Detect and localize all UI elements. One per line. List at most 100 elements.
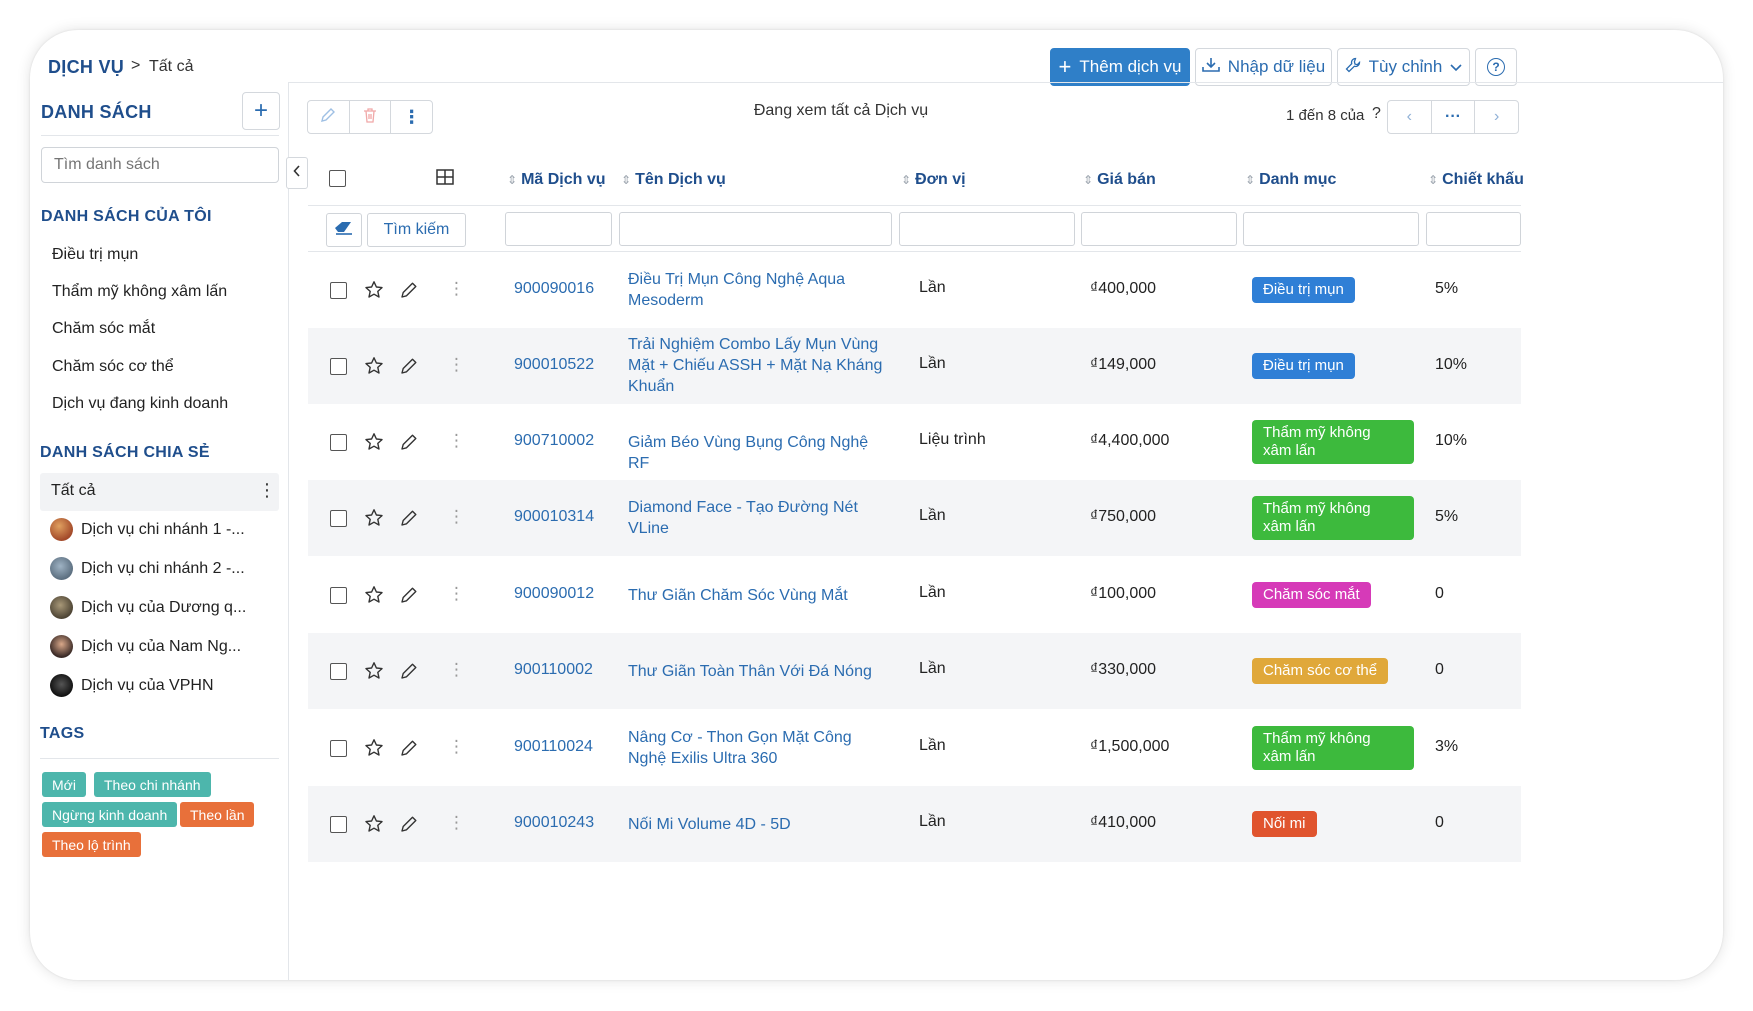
tag[interactable]: Theo chi nhánh: [94, 772, 211, 797]
column-header-price[interactable]: ⇕ Giá bán: [1083, 171, 1156, 189]
shared-list-item[interactable]: Dịch vụ của VPHN: [50, 674, 214, 697]
row-checkbox[interactable]: [330, 663, 347, 680]
table-row[interactable]: ⋮ 900010243 Nối Mi Volume 4D - 5D Lần ₫4…: [308, 786, 1521, 862]
shared-list-item[interactable]: Dịch vụ của Dương q...: [50, 596, 246, 619]
row-checkbox[interactable]: [330, 816, 347, 833]
service-code[interactable]: 900010314: [514, 508, 594, 526]
kebab-menu-icon[interactable]: ⋮: [448, 737, 465, 757]
filter-category-input[interactable]: [1243, 212, 1419, 246]
pencil-icon[interactable]: [400, 509, 418, 532]
next-page-button[interactable]: ›: [1475, 101, 1518, 133]
prev-page-button[interactable]: ‹: [1388, 101, 1432, 133]
columns-grid-icon[interactable]: [436, 169, 454, 190]
filter-code-input[interactable]: [505, 212, 612, 246]
service-name[interactable]: Trải Nghiệm Combo Lấy Mụn Vùng Mặt + Chi…: [628, 334, 890, 397]
column-header-category[interactable]: ⇕ Danh mục: [1245, 171, 1336, 189]
table-row[interactable]: ⋮ 900710002 Giảm Béo Vùng Bụng Công Nghệ…: [308, 404, 1521, 480]
breadcrumb-root[interactable]: DỊCH VỤ: [48, 57, 124, 78]
my-list-item[interactable]: Dịch vụ đang kinh doanh: [52, 395, 228, 413]
row-checkbox[interactable]: [330, 587, 347, 604]
service-code[interactable]: 900710002: [514, 432, 594, 450]
add-list-button[interactable]: +: [242, 92, 280, 130]
star-icon[interactable]: [364, 356, 384, 381]
delete-button[interactable]: [350, 101, 392, 133]
star-icon[interactable]: [364, 508, 384, 533]
star-icon[interactable]: [364, 814, 384, 839]
star-icon[interactable]: [364, 738, 384, 763]
service-name[interactable]: Giảm Béo Vùng Bụng Công Nghệ RF: [628, 432, 890, 474]
row-checkbox[interactable]: [330, 740, 347, 757]
column-header-name[interactable]: ⇕ Tên Dịch vụ: [621, 171, 726, 189]
table-row[interactable]: ⋮ 900110002 Thư Giãn Toàn Thân Với Đá Nó…: [308, 633, 1521, 709]
star-icon[interactable]: [364, 280, 384, 305]
pencil-icon[interactable]: [400, 662, 418, 685]
shared-list-item[interactable]: Dịch vụ của Nam Ng...: [50, 635, 241, 658]
table-row[interactable]: ⋮ 900090012 Thư Giãn Chăm Sóc Vùng Mắt L…: [308, 557, 1521, 633]
list-search-input[interactable]: [41, 147, 279, 183]
star-icon[interactable]: [364, 585, 384, 610]
star-icon[interactable]: [364, 432, 384, 457]
column-header-unit[interactable]: ⇕ Đơn vị: [901, 171, 966, 189]
clear-filters-button[interactable]: [326, 213, 362, 247]
table-row[interactable]: ⋮ 900110024 Nâng Cơ - Thon Gọn Mặt Công …: [308, 710, 1521, 786]
service-code[interactable]: 900110002: [514, 661, 593, 679]
collapse-sidebar-button[interactable]: [286, 157, 308, 189]
filter-unit-input[interactable]: [899, 212, 1075, 246]
service-name[interactable]: Nối Mi Volume 4D - 5D: [628, 814, 890, 835]
service-name[interactable]: Điều Trị Mụn Công Nghệ Aqua Mesoderm: [628, 269, 890, 311]
service-code[interactable]: 900010522: [514, 356, 594, 374]
pencil-icon[interactable]: [400, 815, 418, 838]
kebab-menu-icon[interactable]: ⋮: [448, 507, 465, 527]
filter-price-input[interactable]: [1081, 212, 1237, 246]
shared-list-item[interactable]: Dịch vụ chi nhánh 1 -...: [50, 518, 245, 541]
kebab-menu-icon[interactable]: ⋮: [448, 431, 465, 451]
import-data-button[interactable]: Nhập dữ liệu: [1195, 48, 1332, 86]
service-code[interactable]: 900090016: [514, 280, 594, 298]
my-list-item[interactable]: Điều trị mụn: [52, 246, 138, 264]
tag[interactable]: Theo lộ trình: [42, 832, 141, 857]
more-actions-button[interactable]: ⋮: [391, 101, 432, 133]
row-checkbox[interactable]: [330, 510, 347, 527]
pencil-icon[interactable]: [400, 281, 418, 304]
pencil-icon[interactable]: [400, 586, 418, 609]
select-all-checkbox[interactable]: [329, 170, 346, 187]
kebab-menu-icon[interactable]: ⋮: [448, 813, 465, 833]
filter-name-input[interactable]: [619, 212, 892, 246]
pencil-icon[interactable]: [400, 357, 418, 380]
pencil-icon[interactable]: [400, 739, 418, 762]
my-list-item[interactable]: Chăm sóc cơ thể: [52, 358, 174, 376]
service-name[interactable]: Diamond Face - Tạo Đường Nét VLine: [628, 497, 890, 539]
kebab-menu-icon[interactable]: ⋮: [448, 355, 465, 375]
filter-discount-input[interactable]: [1426, 212, 1521, 246]
pager-total-unknown[interactable]: ?: [1372, 105, 1381, 123]
kebab-menu-icon[interactable]: ⋮: [448, 279, 465, 299]
help-button[interactable]: ?: [1475, 48, 1517, 86]
tag[interactable]: Ngừng kinh doanh: [42, 802, 178, 827]
column-header-discount[interactable]: ⇕ Chiết khấu: [1428, 171, 1524, 189]
my-list-item[interactable]: Thẩm mỹ không xâm lấn: [52, 283, 227, 301]
kebab-menu-icon[interactable]: ⋮: [258, 480, 276, 501]
shared-list-all[interactable]: Tất cả: [51, 482, 95, 500]
shared-list-item[interactable]: Dịch vụ chi nhánh 2 -...: [50, 557, 245, 580]
customize-dropdown[interactable]: Tùy chỉnh: [1337, 48, 1470, 86]
search-button[interactable]: Tìm kiếm: [367, 213, 466, 247]
tag[interactable]: Theo lần: [180, 802, 255, 827]
pager-more-button[interactable]: ···: [1432, 101, 1476, 133]
table-row[interactable]: ⋮ 900090016 Điều Trị Mụn Công Nghệ Aqua …: [308, 252, 1521, 328]
table-row[interactable]: ⋮ 900010314 Diamond Face - Tạo Đường Nét…: [308, 480, 1521, 556]
row-checkbox[interactable]: [330, 434, 347, 451]
add-service-button[interactable]: + Thêm dịch vụ: [1050, 48, 1190, 86]
column-header-code[interactable]: ⇕ Mã Dịch vụ: [507, 171, 606, 189]
tag[interactable]: Mới: [42, 772, 86, 797]
my-list-item[interactable]: Chăm sóc mắt: [52, 320, 155, 338]
kebab-menu-icon[interactable]: ⋮: [448, 660, 465, 680]
service-name[interactable]: Thư Giãn Toàn Thân Với Đá Nóng: [628, 661, 890, 682]
row-checkbox[interactable]: [330, 282, 347, 299]
star-icon[interactable]: [364, 661, 384, 686]
edit-button[interactable]: [308, 101, 350, 133]
row-checkbox[interactable]: [330, 358, 347, 375]
service-code[interactable]: 900090012: [514, 585, 594, 603]
service-code[interactable]: 900110024: [514, 738, 593, 756]
service-code[interactable]: 900010243: [514, 814, 594, 832]
service-name[interactable]: Thư Giãn Chăm Sóc Vùng Mắt: [628, 585, 890, 606]
